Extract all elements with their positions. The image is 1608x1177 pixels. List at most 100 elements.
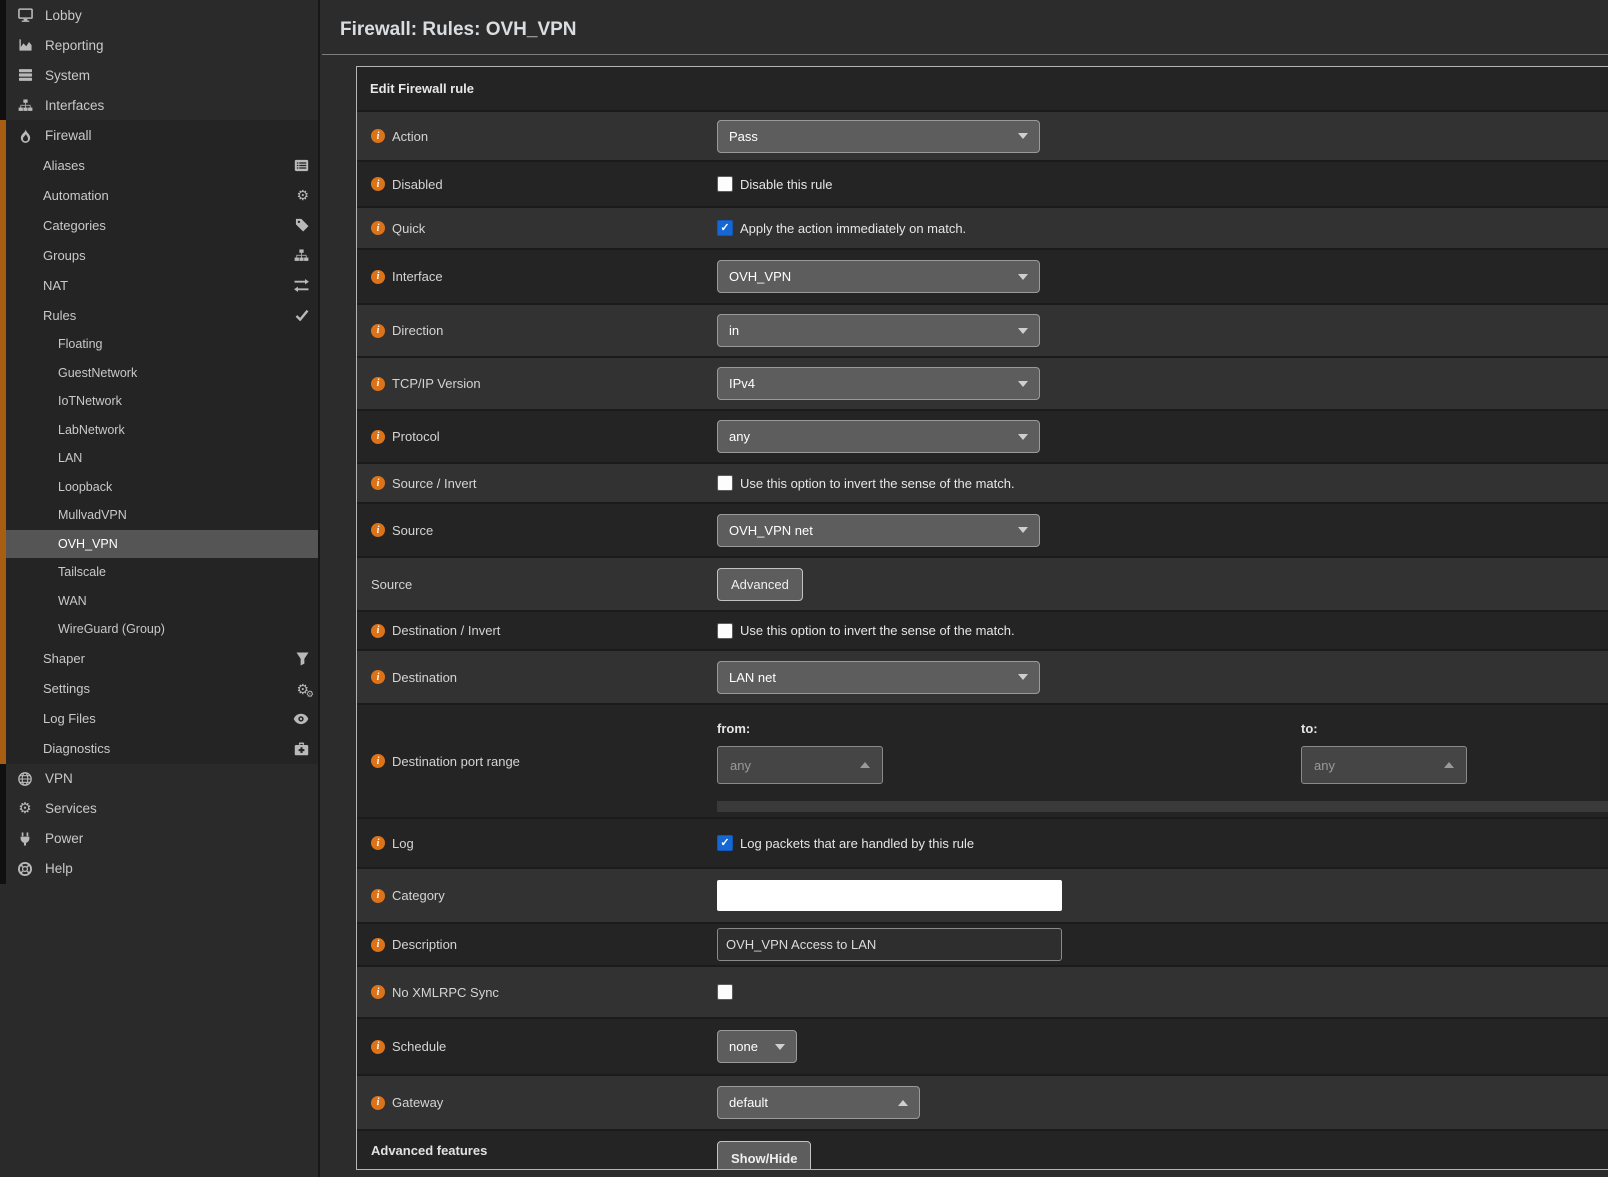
advanced-button[interactable]: Advanced [717,568,803,601]
field-label: Interface [392,269,443,284]
sidebar-item-diagnostics[interactable]: Diagnostics [6,734,318,764]
form-row-direction-4: iDirectionin [357,305,1608,358]
interface-select[interactable]: OVH_VPN [717,260,1040,293]
sidebar-item-label: Services [45,801,97,816]
tcp-ip-version-select[interactable]: IPv4 [717,367,1040,400]
info-icon[interactable]: i [371,889,385,903]
sidebar-item-wireguard-group[interactable]: WireGuard (Group) [6,615,318,644]
direction-select[interactable]: in [717,314,1040,347]
life-ring-icon [14,862,36,876]
selected-value: OVH_VPN [729,269,791,284]
sidebar-item-groups[interactable]: Groups [6,240,318,270]
sidebar-item-label: Loopback [58,480,112,494]
show-hide-button[interactable]: Show/Hide [717,1141,811,1169]
sidebar-item-label: OVH_VPN [58,537,118,551]
caret-down-icon [1018,527,1028,533]
sidebar-item-categories[interactable]: Categories [6,210,318,240]
info-icon[interactable]: i [371,1096,385,1110]
form-row-source-invert-7: iSource / InvertUse this option to inver… [357,464,1608,504]
info-icon[interactable]: i [371,938,385,952]
field-control-cell: OVH_VPN [717,250,1608,303]
sidebar-item-loopback[interactable]: Loopback [6,473,318,502]
info-icon[interactable]: i [371,985,385,999]
caret-up-icon [860,762,870,768]
checkbox-label: Use this option to invert the sense of t… [740,476,1015,491]
log-checkbox[interactable]: ✓ [717,835,733,851]
info-icon[interactable]: i [371,836,385,850]
sidebar-item-automation[interactable]: Automation⚙ [6,180,318,210]
field-control-cell: Advanced [717,558,1608,610]
info-icon[interactable]: i [371,523,385,537]
source-invert-checkbox[interactable] [717,475,733,491]
rules-interface-list: FloatingGuestNetworkIoTNetworkLabNetwork… [6,330,318,644]
selected-value: OVH_VPN net [729,523,813,538]
sidebar-item-aliases[interactable]: Aliases [6,150,318,180]
sidebar-item-lobby[interactable]: Lobby [6,0,318,30]
info-icon[interactable]: i [371,430,385,444]
schedule-select[interactable]: none [717,1030,797,1063]
port-range-selects: any any [717,746,1608,784]
description-input[interactable] [717,928,1062,961]
info-icon[interactable]: i [371,670,385,684]
to-port-select[interactable]: any [1301,746,1467,784]
info-icon[interactable]: i [371,129,385,143]
sidebar-item-ovh-vpn[interactable]: OVH_VPN [6,530,318,559]
sidebar-item-labnetwork[interactable]: LabNetwork [6,416,318,445]
sidebar-item-services[interactable]: ⚙Services [6,794,318,824]
sidebar-item-reporting[interactable]: Reporting [6,30,318,60]
sidebar-item-iotnetwork[interactable]: IoTNetwork [6,387,318,416]
port-to-column: any [1301,746,1467,784]
caret-down-icon [1018,274,1028,280]
field-label: No XMLRPC Sync [392,985,499,1000]
caret-down-icon [1018,434,1028,440]
field-control-cell [717,869,1608,922]
sidebar-item-rules[interactable]: Rules [6,300,318,330]
destination-select[interactable]: LAN net [717,661,1040,694]
sidebar-item-wan[interactable]: WAN [6,587,318,616]
sidebar-item-help[interactable]: Help [6,854,318,884]
info-icon[interactable]: i [371,754,385,768]
sidebar-item-log-files[interactable]: Log Files [6,704,318,734]
field-label-cell: iDestination port range [357,705,717,817]
action-select[interactable]: Pass [717,120,1040,153]
info-icon[interactable]: i [371,377,385,391]
sidebar-item-lan[interactable]: LAN [6,444,318,473]
caret-up-icon [898,1100,908,1106]
info-icon[interactable]: i [371,324,385,338]
source-select[interactable]: OVH_VPN net [717,514,1040,547]
sidebar-item-nat[interactable]: NAT [6,270,318,300]
sidebar-item-guestnetwork[interactable]: GuestNetwork [6,359,318,388]
field-control-cell: ✓Log packets that are handled by this ru… [717,819,1608,867]
form-row-disabled-1: iDisabledDisable this rule [357,162,1608,208]
disabled-checkbox[interactable] [717,176,733,192]
protocol-select[interactable]: any [717,420,1040,453]
no-xmlrpc-sync-checkbox[interactable] [717,984,733,1000]
gateway-select[interactable]: default [717,1086,920,1119]
quick-checkbox[interactable]: ✓ [717,220,733,236]
info-icon[interactable]: i [371,177,385,191]
sidebar-item-label: MullvadVPN [58,508,127,522]
sidebar-item-firewall[interactable]: Firewall [6,120,318,150]
sidebar-item-label: Settings [43,681,90,696]
desktop-icon [14,8,36,23]
info-icon[interactable]: i [371,476,385,490]
sidebar: LobbyReportingSystemInterfaces FirewallA… [0,0,320,1177]
field-label-cell: iDestination / Invert [357,612,717,649]
info-icon[interactable]: i [371,1040,385,1054]
info-icon[interactable]: i [371,221,385,235]
sidebar-item-settings[interactable]: Settings⚙⚙ [6,674,318,704]
sidebar-item-shaper[interactable]: Shaper [6,644,318,674]
sidebar-item-vpn[interactable]: VPN [6,764,318,794]
info-icon[interactable]: i [371,270,385,284]
sidebar-item-tailscale[interactable]: Tailscale [6,558,318,587]
sidebar-item-floating[interactable]: Floating [6,330,318,359]
horizontal-scrollbar[interactable] [717,801,1608,812]
sidebar-item-system[interactable]: System [6,60,318,90]
sidebar-item-mullvadvpn[interactable]: MullvadVPN [6,501,318,530]
sidebar-item-interfaces[interactable]: Interfaces [6,90,318,120]
info-icon[interactable]: i [371,624,385,638]
destination-invert-checkbox[interactable] [717,623,733,639]
sidebar-item-power[interactable]: Power [6,824,318,854]
category-input[interactable] [717,880,1062,911]
from-port-select[interactable]: any [717,746,883,784]
